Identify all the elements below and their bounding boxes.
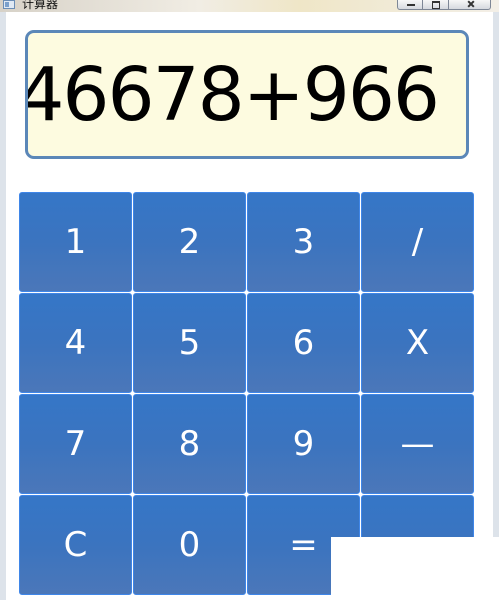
key-9[interactable]: 9 (247, 394, 360, 494)
key-clear[interactable]: C (19, 495, 132, 595)
key-3[interactable]: 3 (247, 192, 360, 292)
key-multiply[interactable]: X (361, 293, 474, 393)
window-controls (397, 0, 491, 10)
title-bar: 计算器 (0, 0, 499, 12)
key-5[interactable]: 5 (133, 293, 246, 393)
key-6[interactable]: 6 (247, 293, 360, 393)
key-8[interactable]: 8 (133, 394, 246, 494)
display-value: 746678+966 (28, 51, 440, 138)
blank-overlay (331, 537, 499, 600)
key-4[interactable]: 4 (19, 293, 132, 393)
window-title: 计算器 (22, 0, 59, 11)
key-0[interactable]: 0 (133, 495, 246, 595)
key-1[interactable]: 1 (19, 192, 132, 292)
key-subtract[interactable]: — (361, 394, 474, 494)
maximize-button[interactable] (423, 0, 449, 10)
close-button[interactable] (449, 0, 491, 10)
key-7[interactable]: 7 (19, 394, 132, 494)
key-2[interactable]: 2 (133, 192, 246, 292)
key-divide[interactable]: / (361, 192, 474, 292)
app-icon (3, 0, 15, 9)
calculator-display: 746678+966 (25, 30, 469, 159)
minimize-button[interactable] (397, 0, 423, 10)
